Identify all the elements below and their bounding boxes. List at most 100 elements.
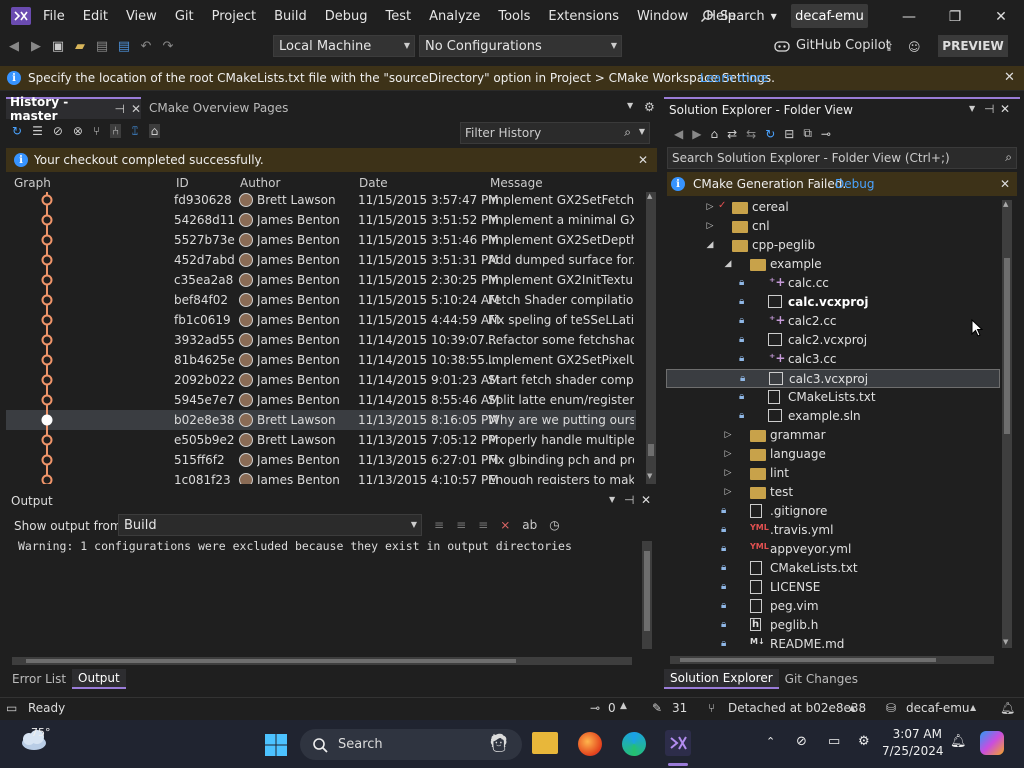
full-graph-icon[interactable]: ⑄ (131, 124, 138, 138)
new-project-icon[interactable]: ▣ (50, 38, 66, 54)
tree-file-item[interactable]: 🔒︎ calc2.vcxproj (666, 331, 1000, 350)
history-row[interactable]: 3932ad55 James Benton 11/14/2015 10:39:07.… (6, 330, 636, 350)
close-icon[interactable]: ✕ (131, 102, 141, 116)
home-icon[interactable]: ⌂ (710, 127, 718, 141)
undo-icon[interactable]: ↶ (138, 38, 154, 54)
solution-vscrollbar[interactable]: ▲ ▼ (1002, 200, 1012, 648)
tree-file-item[interactable]: 🔒︎ ⁺+ calc3.cc (666, 350, 1000, 369)
output-hscroll-thumb[interactable] (26, 659, 516, 663)
word-wrap-icon[interactable]: ab (522, 518, 537, 532)
collapsed-chevron-icon[interactable]: ▷ (703, 202, 717, 212)
tree-folder-item[interactable]: ◢ cpp-peglib (666, 236, 1000, 255)
collapsed-chevron-icon[interactable]: ▷ (703, 221, 717, 231)
clear-all-icon[interactable]: ⨯ (500, 518, 510, 532)
collapsed-chevron-icon[interactable]: ▷ (721, 449, 735, 459)
close-button[interactable]: ✕ (978, 0, 1024, 33)
forward-icon[interactable]: ▶ (28, 38, 44, 54)
tab-git-changes[interactable]: Git Changes (779, 670, 864, 688)
history-row[interactable]: fd930628 Brett Lawson 11/15/2015 3:57:47 P… (6, 192, 636, 210)
settings-icon[interactable]: ⚙ (644, 100, 655, 114)
close-icon[interactable]: ✕ (641, 493, 651, 507)
tab-history[interactable]: History - master ⊣ ✕ (6, 95, 141, 123)
menu-view[interactable]: View (117, 9, 166, 24)
debug-link[interactable]: Debug (835, 177, 874, 191)
tree-folder-item[interactable]: ▷ cnl (666, 217, 1000, 236)
menu-analyze[interactable]: Analyze (420, 9, 489, 24)
tree-file-item[interactable]: 🔒︎ peg.vim (666, 597, 1000, 616)
clock-date[interactable]: 7/25/2024 (882, 744, 944, 758)
menu-git[interactable]: Git (166, 9, 203, 24)
save-all-icon[interactable]: ▤ (116, 38, 132, 54)
expanded-chevron-icon[interactable]: ◢ (703, 240, 717, 250)
switch-views-icon[interactable]: ⇄ (727, 127, 737, 141)
solution-vscroll-thumb[interactable] (1004, 258, 1010, 434)
solution-search-input[interactable]: Search Solution Explorer - Folder View (… (667, 147, 1017, 169)
scroll-up-icon[interactable]: ▲ (1003, 200, 1008, 208)
properties-icon[interactable]: ⊸ (821, 127, 831, 141)
firefox-icon[interactable] (578, 732, 602, 756)
pin-icon[interactable]: ⊣ (984, 102, 994, 116)
simple-graph-icon[interactable]: ⑃ (110, 124, 122, 138)
tree-folder-item[interactable]: ▷ test (666, 483, 1000, 502)
notifications-icon[interactable]: 🔔︎ (950, 734, 967, 749)
collapsed-chevron-icon[interactable]: ▷ (721, 487, 735, 497)
col-graph[interactable]: Graph (14, 176, 51, 190)
back-icon[interactable]: ◀ (6, 38, 22, 54)
tree-folder-item[interactable]: ▷ language (666, 445, 1000, 464)
clock-icon[interactable]: ◷ (549, 518, 559, 532)
restore-button[interactable]: ❐ (932, 0, 978, 33)
bell-icon[interactable]: 🔔︎ (1000, 701, 1015, 715)
output-vscroll-thumb[interactable] (644, 551, 650, 631)
col-message[interactable]: Message (490, 176, 543, 190)
status-edit-count[interactable]: 31 (672, 701, 687, 715)
chevron-down-icon[interactable]: ▼ (609, 495, 615, 504)
tab-output[interactable]: Output (72, 669, 126, 689)
network-off-icon[interactable]: ⊘ (796, 734, 807, 749)
menu-test[interactable]: Test (377, 9, 421, 24)
col-author[interactable]: Author (240, 176, 280, 190)
history-row[interactable]: bef84f02 James Benton 11/15/2015 5:10:24 A… (6, 290, 636, 310)
next-message-icon[interactable]: ≡ (478, 518, 488, 532)
filter-history-input[interactable]: Filter History ⌕ ▼ (460, 122, 650, 144)
tab-error-list[interactable]: Error List (6, 670, 72, 688)
output-hscrollbar[interactable] (12, 657, 632, 665)
feedback-icon[interactable]: ☺ (908, 40, 921, 54)
menu-window[interactable]: Window (628, 9, 697, 24)
display-icon[interactable]: ▭ (828, 734, 840, 749)
history-scrollbar[interactable]: ▲ ▼ (646, 192, 656, 484)
copilot-taskbar-icon[interactable] (980, 731, 1004, 755)
visual-studio-taskbar-icon[interactable] (665, 730, 691, 756)
pin-icon[interactable]: ⊣ (114, 102, 124, 116)
copilot-button[interactable]: GitHub Copilot (774, 38, 891, 53)
output-vscrollbar[interactable] (642, 541, 652, 649)
open-folder-icon[interactable]: ▰ (72, 38, 88, 54)
tree-folder-item[interactable]: ✓ ▷ cereal (666, 198, 1000, 217)
redo-icon[interactable]: ↷ (160, 38, 176, 54)
tab-overflow-icon[interactable]: ▼ (627, 101, 633, 110)
menu-tools[interactable]: Tools (489, 9, 539, 24)
tree-folder-item[interactable]: ◢ example (666, 255, 1000, 274)
close-icon[interactable]: ✕ (1000, 102, 1010, 116)
minimize-button[interactable]: — (886, 0, 932, 33)
history-row[interactable]: fb1c0619 James Benton 11/15/2015 4:44:59 A… (6, 310, 636, 330)
scroll-down-icon[interactable]: ▼ (647, 472, 652, 480)
tab-cmake-overview[interactable]: CMake Overview Pages (149, 101, 288, 115)
chevron-up-icon[interactable]: ⌃ (766, 735, 775, 748)
find-icon[interactable]: ≡ (434, 518, 444, 532)
pending-changes-icon[interactable]: ⇆ (746, 127, 756, 141)
configuration-select[interactable]: No Configurations ▼ (419, 35, 622, 57)
share-icon[interactable]: ⇪ (884, 40, 894, 54)
close-icon[interactable]: ✕ (1004, 70, 1015, 85)
output-source-select[interactable]: Build ▼ (118, 514, 422, 536)
weather-widget[interactable]: 75° (18, 726, 51, 754)
tag-icon[interactable]: ⌂ (148, 124, 161, 138)
forward-icon[interactable]: ▶ (692, 127, 701, 141)
file-explorer-icon[interactable] (532, 732, 558, 754)
tree-file-item[interactable]: 🔒︎ h peglib.h (666, 616, 1000, 635)
chevron-down-icon[interactable]: ▼ (969, 104, 975, 113)
save-icon[interactable]: ▤ (94, 38, 110, 54)
tree-file-item[interactable]: 🔒︎ calc.vcxproj (666, 293, 1000, 312)
scroll-down-icon[interactable]: ▼ (1003, 638, 1008, 646)
col-id[interactable]: ID (176, 176, 189, 190)
edge-icon[interactable] (622, 732, 646, 756)
